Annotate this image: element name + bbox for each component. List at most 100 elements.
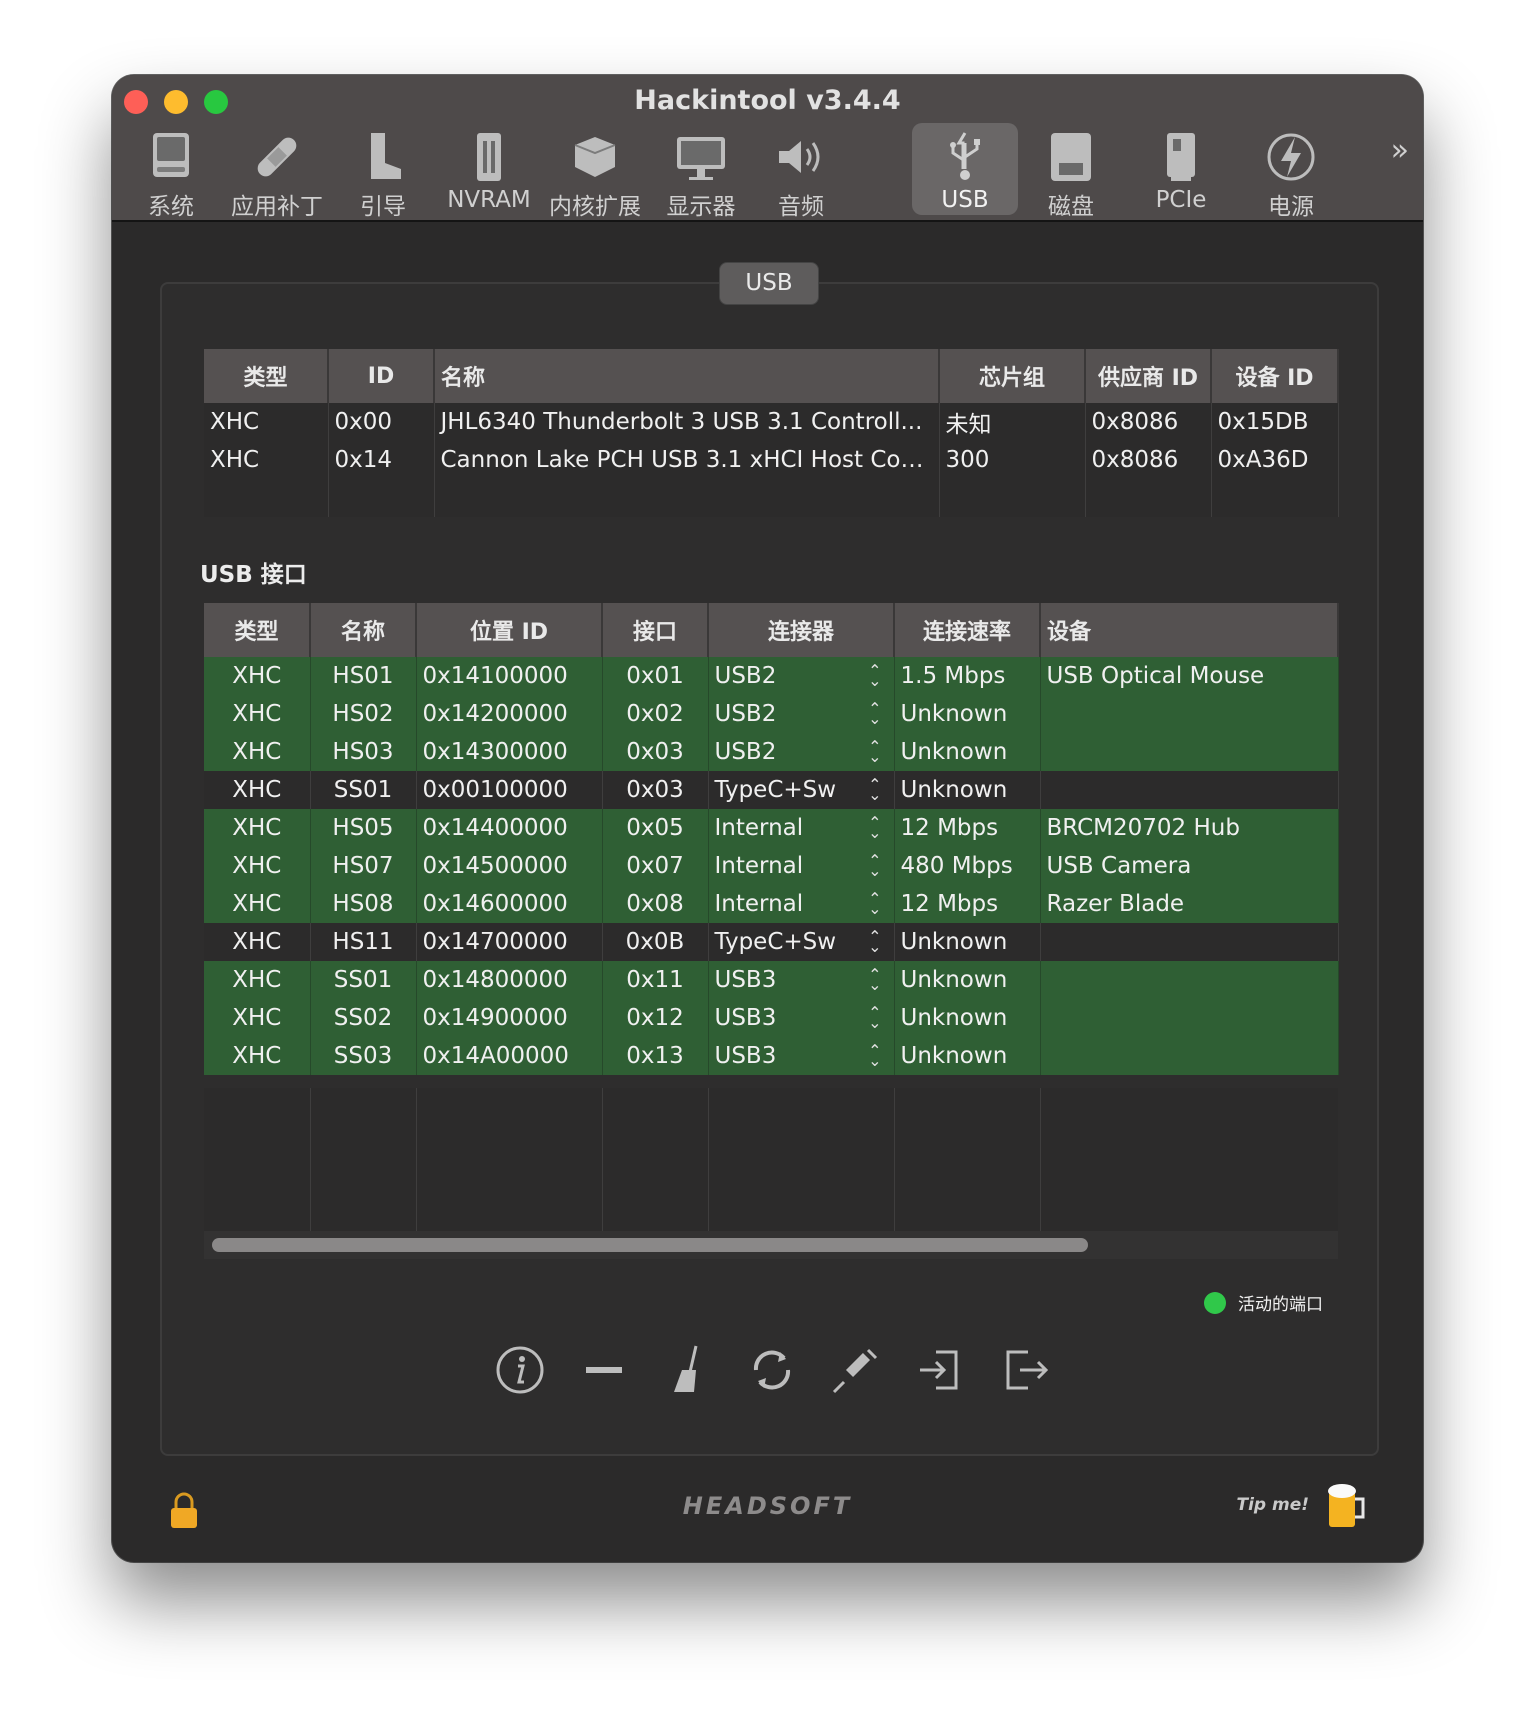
toolbar-item-pcie[interactable]: PCIe	[1128, 123, 1234, 215]
cell-type: XHC	[204, 999, 311, 1037]
cell-connector[interactable]: USB3 ⌃ ⌄	[708, 961, 895, 999]
cell-chipset: 未知	[939, 403, 1086, 441]
toolbar: 系统 应用补丁 引导 NVRAM 内核扩展 显示器 音频 USB 磁盘 PCIe…	[112, 123, 1423, 220]
toolbar-overflow-button[interactable]: »	[1391, 133, 1409, 168]
connector-select[interactable]: USB3 ⌃ ⌄	[715, 1005, 888, 1032]
horizontal-scrollbar[interactable]	[204, 1231, 1338, 1259]
table-row[interactable]: XHC HS05 0x14400000 0x05 Internal ⌃ ⌄ 12 Mbps BR…	[204, 809, 1339, 847]
column-header-name[interactable]: 名称	[310, 603, 417, 657]
column-header-name[interactable]: 名称	[434, 349, 940, 403]
cell-connector[interactable]: TypeC+Sw ⌃ ⌄	[708, 923, 895, 961]
updown-chevron-icon[interactable]: ⌃ ⌄	[868, 1043, 881, 1069]
table-row[interactable]: XHC SS03 0x14A00000 0x13 USB3 ⌃ ⌄ Unknown	[204, 1037, 1339, 1075]
connector-select[interactable]: USB3 ⌃ ⌄	[714, 1043, 888, 1070]
boot-icon	[371, 133, 401, 179]
column-header-type[interactable]: 类型	[204, 349, 329, 403]
updown-chevron-icon[interactable]: ⌃ ⌄	[868, 967, 881, 993]
column-header-port[interactable]: 接口	[602, 603, 709, 657]
refresh-icon[interactable]	[744, 1342, 800, 1398]
cell-port: 0x08	[602, 885, 709, 923]
connector-select[interactable]: Internal ⌃ ⌄	[715, 815, 888, 842]
toolbar-item-display[interactable]: 显示器	[648, 123, 754, 220]
cell-location-id: 0x14700000	[416, 923, 603, 961]
hackintool-window: Hackintool v3.4.4 系统 应用补丁 引导 NVRAM 内核扩展 …	[112, 75, 1423, 1562]
connector-select[interactable]: Internal ⌃ ⌄	[715, 853, 888, 880]
updown-chevron-icon[interactable]: ⌃ ⌄	[868, 815, 881, 841]
cell-connector[interactable]: Internal ⌃ ⌄	[708, 809, 895, 847]
table-row[interactable]: XHC HS02 0x14200000 0x02 USB2 ⌃ ⌄ Unknown	[204, 695, 1339, 733]
syringe-icon[interactable]	[828, 1342, 884, 1398]
minus-icon[interactable]	[576, 1342, 632, 1398]
import-icon[interactable]	[912, 1342, 968, 1398]
toolbar-item-nvram[interactable]: NVRAM	[436, 123, 542, 215]
updown-chevron-icon[interactable]: ⌃ ⌄	[868, 739, 881, 765]
updown-chevron-icon[interactable]: ⌃ ⌄	[868, 1005, 881, 1031]
toolbar-item-power[interactable]: 电源	[1238, 123, 1344, 220]
cell-connector[interactable]: USB3 ⌃ ⌄	[708, 1037, 895, 1075]
cell-connector[interactable]: USB2 ⌃ ⌄	[708, 733, 895, 771]
cell-connector[interactable]: Internal ⌃ ⌄	[708, 847, 895, 885]
cell-chipset: 300	[939, 441, 1086, 479]
cell-connector[interactable]: TypeC+Sw ⌃ ⌄	[708, 771, 895, 809]
updown-chevron-icon[interactable]: ⌃ ⌄	[868, 891, 881, 917]
connector-select[interactable]: USB3 ⌃ ⌄	[715, 967, 888, 994]
toolbar-item-usb[interactable]: USB	[912, 123, 1018, 215]
table-filler-row	[204, 479, 1339, 517]
table-row[interactable]: XHC HS08 0x14600000 0x08 Internal ⌃ ⌄ 12 Mbps Ra…	[204, 885, 1339, 923]
connector-select[interactable]: Internal ⌃ ⌄	[715, 891, 888, 918]
cell-connector[interactable]: USB2 ⌃ ⌄	[708, 695, 895, 733]
column-header-device[interactable]: 设备	[1040, 603, 1339, 657]
table-row[interactable]: XHC HS03 0x14300000 0x03 USB2 ⌃ ⌄ Unknown	[204, 733, 1339, 771]
updown-chevron-icon[interactable]: ⌃ ⌄	[868, 777, 881, 803]
table-row[interactable]: XHC SS01 0x14800000 0x11 USB3 ⌃ ⌄ Unknown	[204, 961, 1339, 999]
cell-location-id: 0x14900000	[416, 999, 603, 1037]
updown-chevron-icon[interactable]: ⌃ ⌄	[868, 929, 881, 955]
table-row[interactable]: XHC HS01 0x14100000 0x01 USB2 ⌃ ⌄ 1.5 Mbps USB O…	[204, 657, 1339, 695]
column-header-location-id[interactable]: 位置 ID	[416, 603, 603, 657]
tip-me-label[interactable]: Tip me!	[1236, 1495, 1309, 1515]
connector-select[interactable]: USB2 ⌃ ⌄	[715, 701, 888, 728]
column-header-speed[interactable]: 连接速率	[894, 603, 1041, 657]
toolbar-item-disk[interactable]: 磁盘	[1018, 123, 1124, 220]
table-row[interactable]: XHC HS07 0x14500000 0x07 Internal ⌃ ⌄ 480 Mbps U…	[204, 847, 1339, 885]
connector-select[interactable]: USB2 ⌃ ⌄	[715, 663, 888, 690]
updown-chevron-icon[interactable]: ⌃ ⌄	[868, 701, 881, 727]
column-header-device-id[interactable]: 设备 ID	[1211, 349, 1339, 403]
cell-connector[interactable]: Internal ⌃ ⌄	[708, 885, 895, 923]
beer-mug-icon[interactable]	[1325, 1479, 1367, 1531]
table-row[interactable]: XHC SS02 0x14900000 0x12 USB3 ⌃ ⌄ Unknown	[204, 999, 1339, 1037]
table-row[interactable]: XHC 0x14 Cannon Lake PCH USB 3.1 xHCI Ho…	[204, 441, 1339, 479]
connector-value: USB3	[714, 1043, 777, 1069]
updown-chevron-icon[interactable]: ⌃ ⌄	[868, 663, 881, 689]
column-header-vendor-id[interactable]: 供应商 ID	[1085, 349, 1212, 403]
toolbar-item-label: USB	[941, 187, 989, 213]
toolbar-item-system[interactable]: 系统	[118, 123, 224, 220]
cell-device	[1040, 771, 1339, 809]
info-icon[interactable]	[492, 1342, 548, 1398]
cell-speed: Unknown	[894, 695, 1041, 733]
cell-connector[interactable]: USB3 ⌃ ⌄	[708, 999, 895, 1037]
column-header-id[interactable]: ID	[328, 349, 435, 403]
toolbar-item-audio[interactable]: 音频	[748, 123, 854, 220]
table-row[interactable]: XHC 0x00 JHL6340 Thunderbolt 3 USB 3.1 C…	[204, 403, 1339, 441]
updown-chevron-icon[interactable]: ⌃ ⌄	[868, 853, 881, 879]
table-row[interactable]: XHC SS01 0x00100000 0x03 TypeC+Sw ⌃ ⌄ Unknown	[204, 771, 1339, 809]
column-header-type[interactable]: 类型	[204, 603, 311, 657]
cell-connector[interactable]: USB2 ⌃ ⌄	[708, 657, 895, 695]
toolbar-item-kext[interactable]: 内核扩展	[542, 123, 648, 220]
cell-device	[1040, 923, 1339, 961]
export-icon[interactable]	[996, 1342, 1052, 1398]
connector-select[interactable]: TypeC+Sw ⌃ ⌄	[715, 777, 888, 804]
cell-id: 0x00	[328, 403, 435, 441]
toolbar-item-boot[interactable]: 引导	[330, 123, 436, 220]
connector-select[interactable]: USB2 ⌃ ⌄	[715, 739, 888, 766]
scrollbar-thumb[interactable]	[212, 1238, 1088, 1252]
column-header-connector[interactable]: 连接器	[708, 603, 895, 657]
cell-device	[1040, 1037, 1339, 1075]
connector-select[interactable]: TypeC+Sw ⌃ ⌄	[715, 929, 888, 956]
table-row[interactable]: XHC HS11 0x14700000 0x0B TypeC+Sw ⌃ ⌄ Unknown	[204, 923, 1339, 961]
toolbar-item-patch[interactable]: 应用补丁	[224, 123, 330, 220]
column-header-chipset[interactable]: 芯片组	[939, 349, 1086, 403]
broom-icon[interactable]	[660, 1342, 716, 1398]
panel-tab-usb[interactable]: USB	[719, 262, 819, 305]
